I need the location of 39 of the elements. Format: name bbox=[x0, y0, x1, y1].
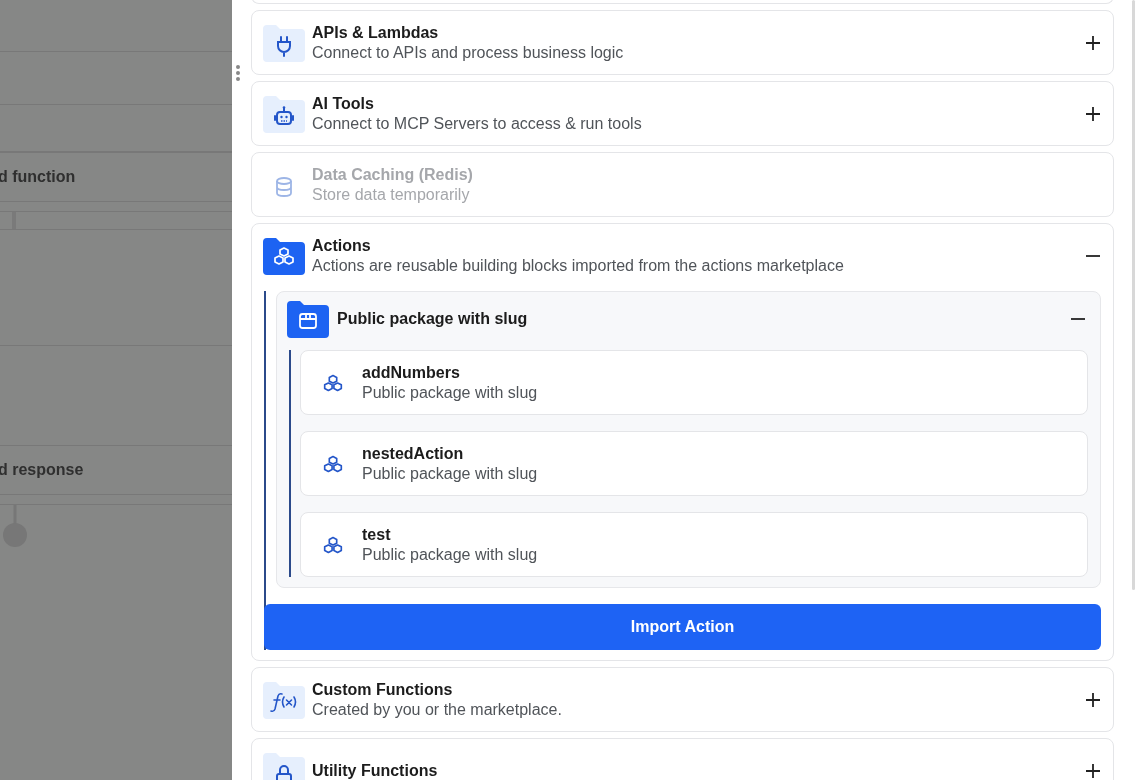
package-folder-icon bbox=[286, 300, 330, 338]
expand-icon[interactable] bbox=[1085, 762, 1101, 779]
category-title: APIs & Lambdas bbox=[312, 23, 440, 42]
action-description: Public package with slug bbox=[362, 545, 539, 564]
category-title: Custom Functions bbox=[312, 680, 454, 699]
action-description: Public package with slug bbox=[362, 464, 539, 483]
category-description: Actions are reusable building blocks imported from the actions marketplace bbox=[312, 256, 845, 275]
action-name: addNumbers bbox=[362, 363, 461, 382]
cubes-icon bbox=[262, 236, 306, 275]
package-title: Public package with slug bbox=[337, 310, 529, 328]
action-card[interactable]: addNumbers Public package with slug bbox=[300, 350, 1088, 415]
category-title: Data Caching (Redis) bbox=[312, 165, 474, 184]
action-card[interactable]: test Public package with slug bbox=[300, 512, 1088, 577]
category-card[interactable]: Custom Functions Created by you or the marketplace. bbox=[251, 667, 1114, 732]
category-card[interactable]: AI Tools Connect to MCP Servers to access & run tools bbox=[251, 81, 1114, 146]
category-card[interactable] bbox=[251, 223, 1114, 661]
robot-icon bbox=[262, 94, 306, 133]
expand-icon[interactable] bbox=[1085, 34, 1101, 51]
category-card[interactable]: Utility Functions bbox=[251, 738, 1114, 780]
drag-handle-icon[interactable] bbox=[235, 64, 241, 82]
category-title: AI Tools bbox=[312, 94, 375, 113]
action-name: nestedAction bbox=[362, 444, 465, 463]
category-description: Store data temporarily bbox=[312, 185, 471, 204]
expand-icon[interactable] bbox=[1085, 105, 1101, 122]
plug-icon bbox=[262, 23, 306, 62]
category-title: Actions bbox=[312, 236, 372, 255]
action-card[interactable]: nestedAction Public package with slug bbox=[300, 431, 1088, 496]
lock-icon bbox=[262, 751, 306, 780]
action-name: test bbox=[362, 525, 392, 544]
function-icon bbox=[262, 680, 306, 719]
expand-icon[interactable] bbox=[1085, 691, 1101, 708]
category-description: Connect to MCP Servers to access & run tools bbox=[312, 114, 643, 133]
category-description: Connect to APIs and process business logic bbox=[312, 43, 625, 62]
category-description: Created by you or the marketplace. bbox=[312, 700, 563, 719]
action-description: Public package with slug bbox=[362, 383, 539, 402]
scrollbar[interactable] bbox=[1132, 0, 1135, 590]
category-card[interactable]: APIs & Lambdas Connect to APIs and process business logic bbox=[251, 10, 1114, 75]
import-action-button[interactable]: Import Action bbox=[264, 604, 1101, 650]
category-title: Utility Functions bbox=[312, 761, 439, 780]
